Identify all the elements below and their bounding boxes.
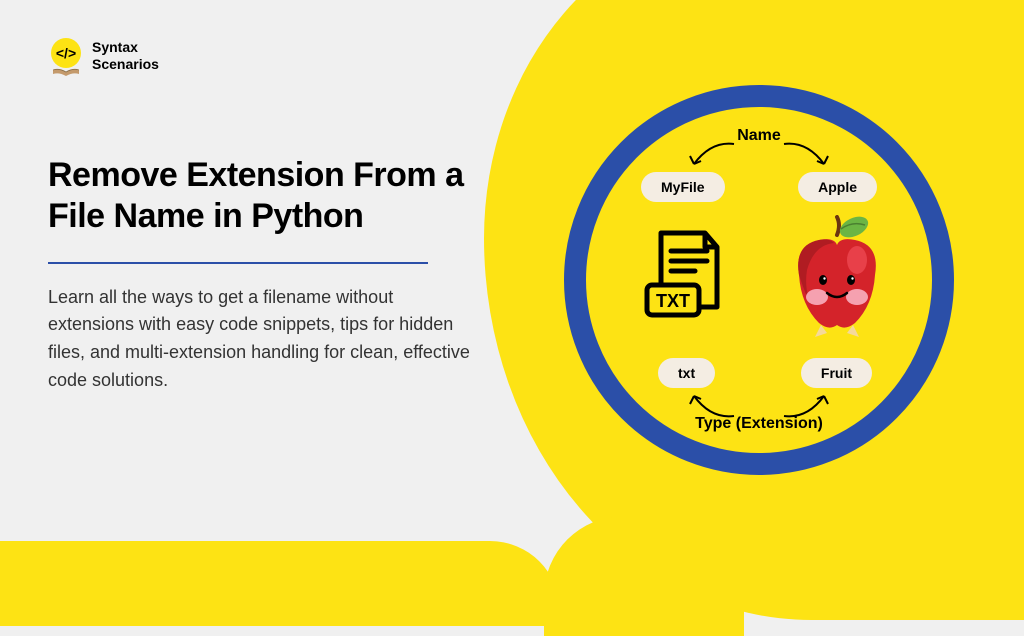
diagram-container: Name Type (Extension) MyFile Apple txt F… — [564, 85, 954, 475]
page-title: Remove Extension From a File Name in Pyt… — [48, 155, 478, 237]
arrow-bottom-right-icon — [782, 386, 832, 421]
pill-filename-apple: Apple — [798, 172, 877, 202]
apple-icon — [779, 215, 894, 340]
logo-line1: Syntax — [92, 39, 159, 56]
pill-extension-txt: txt — [658, 358, 715, 388]
book-icon — [53, 68, 79, 76]
title-divider — [48, 262, 428, 264]
yellow-decoration-bottom-left — [0, 541, 560, 626]
logo: </> Syntax Scenarios — [48, 38, 159, 74]
diagram-top-label: Name — [737, 127, 781, 145]
page-description: Learn all the ways to get a filename wit… — [48, 284, 478, 396]
yellow-decoration-bottom-right — [544, 516, 744, 636]
txt-file-icon: TXT — [641, 227, 731, 327]
arrow-top-left-icon — [686, 139, 736, 174]
arrow-top-right-icon — [782, 139, 832, 174]
logo-icon: </> — [48, 38, 84, 74]
logo-line2: Scenarios — [92, 56, 159, 73]
arrow-bottom-left-icon — [686, 386, 736, 421]
logo-text: Syntax Scenarios — [92, 39, 159, 73]
pill-extension-fruit: Fruit — [801, 358, 872, 388]
svg-text:TXT: TXT — [656, 291, 690, 311]
pill-filename-myfile: MyFile — [641, 172, 725, 202]
main-content: Remove Extension From a File Name in Pyt… — [48, 155, 478, 395]
code-brackets-icon: </> — [56, 45, 76, 61]
